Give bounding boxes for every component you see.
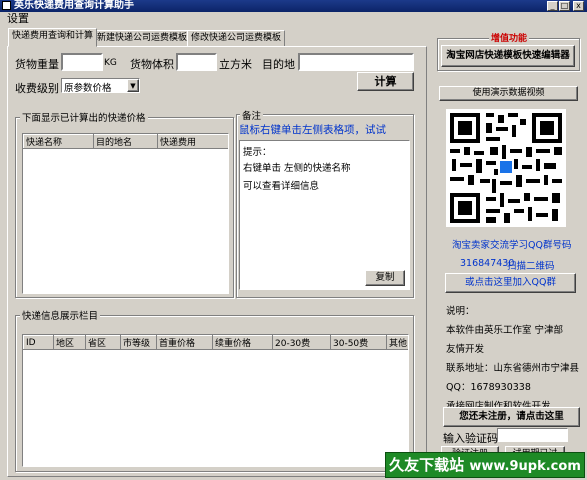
info-header-row: ID 地区 省区 市等级 首重价格 续重价格 20-30费 30-50费 其他 [23,335,408,350]
window-title: 英乐快递费用查询计算助手 [14,0,134,11]
join-qq-button[interactable]: 或点击这里加入QQ群 [445,273,576,293]
info-table[interactable]: ID 地区 省区 市等级 首重价格 续重价格 20-30费 30-50费 其他 [22,334,409,467]
info-col-extra-weight[interactable]: 续重价格 [212,335,273,350]
info-title: 快递信息展示栏目 [20,308,101,322]
tab-new-template[interactable]: 新建快递公司运费模板 [93,30,192,47]
desc-line-5: QQ：1678930338 [446,382,531,393]
desc-line-3: 友情开发 [446,344,485,355]
desc-line-2: 本软件由英乐工作室 宁津部 [446,325,564,336]
minimize-button[interactable]: _ [547,1,558,11]
qr-code [446,109,566,227]
tab-edit-template[interactable]: 修改快递公司运费模板 [187,30,286,47]
info-col-id[interactable]: ID [23,335,54,350]
desc-line-1: 说明： [446,306,475,317]
app-icon [2,1,11,10]
level-select-value: 原参数价格 [64,83,112,94]
notes-line-1: 提示： [243,147,272,158]
menu-bar: 设置 [0,12,587,26]
copy-button[interactable]: 复制 [365,270,405,286]
maximize-button[interactable]: □ [559,1,570,11]
destination-label: 目的地 [262,58,295,71]
notes-textarea[interactable]: 提示： 右键单击 左侧的快递名称 可以查看详细信息 复制 [239,140,410,290]
level-label: 收费级别 [15,82,59,95]
weight-label: 货物重量 [15,58,59,71]
info-col-city-level[interactable]: 市等级 [120,335,157,350]
verify-code-input[interactable] [497,428,568,442]
level-select[interactable]: 原参数价格 ▼ [61,78,140,94]
results-title: 下面显示已计算出的快递价格 [20,110,148,124]
calculate-button[interactable]: 计算 [357,72,414,91]
template-editor-button[interactable]: 淘宝网店快递模板快速编辑器 [441,45,575,67]
volume-unit: 立方米 [219,58,252,71]
qr-code-image [446,109,566,227]
register-button[interactable]: 您还未注册，请点击这里 [443,407,580,427]
watermark-banner: 久友下载站 www.9upk.com [385,452,585,478]
desc-line-4: 联系地址：山东省德州市宁津县 [446,363,580,374]
close-button[interactable]: x [573,1,584,11]
info-col-province[interactable]: 省区 [85,335,121,350]
promo-label: 增值功能 [489,31,530,44]
qq-group-text: 淘宝卖家交流学习QQ群号码 [452,240,572,251]
demo-video-button[interactable]: 使用演示数据视频 [439,86,578,101]
verify-code-label: 输入验证码 [443,432,498,445]
volume-label: 货物体积 [130,58,174,71]
weight-unit: KG [104,58,117,68]
info-col-other[interactable]: 其他 [386,335,408,350]
weight-input[interactable] [61,53,103,71]
watermark-text: 久友下载站 [389,456,465,474]
description-block: 说明： 本软件由英乐工作室 宁津部 友情开发 联系地址：山东省德州市宁津县 QQ… [446,302,579,416]
results-col-name[interactable]: 快递名称 [23,134,94,149]
results-col-dest[interactable]: 目的地名 [93,134,158,149]
notes-title: 备注 [240,108,264,122]
chevron-down-icon[interactable]: ▼ [127,79,139,92]
qr-scan-text: 扫描二维码 [507,261,555,272]
info-col-30-50[interactable]: 30-50费 [330,335,387,350]
tab-query-calc[interactable]: 快递费用查询和计算 [8,28,98,47]
notes-hint: 鼠标右键单击左侧表格项，试试 [239,124,386,136]
notes-line-2: 右键单击 左侧的快递名称 [243,163,351,174]
info-col-first-weight[interactable]: 首重价格 [156,335,213,350]
watermark-url: www.9upk.com [469,459,581,474]
results-table[interactable]: 快递名称 目的地名 快递费用 [22,133,229,294]
results-col-fee[interactable]: 快递费用 [157,134,228,149]
volume-input[interactable] [176,53,217,71]
info-col-region[interactable]: 地区 [53,335,86,350]
results-header-row: 快递名称 目的地名 快递费用 [23,134,228,149]
title-bar: 英乐快递费用查询计算助手 [0,0,587,12]
notes-line-3: 可以查看详细信息 [243,181,320,192]
destination-input[interactable] [298,53,414,71]
info-col-20-30[interactable]: 20-30费 [272,335,331,350]
menu-settings[interactable]: 设置 [7,12,29,25]
